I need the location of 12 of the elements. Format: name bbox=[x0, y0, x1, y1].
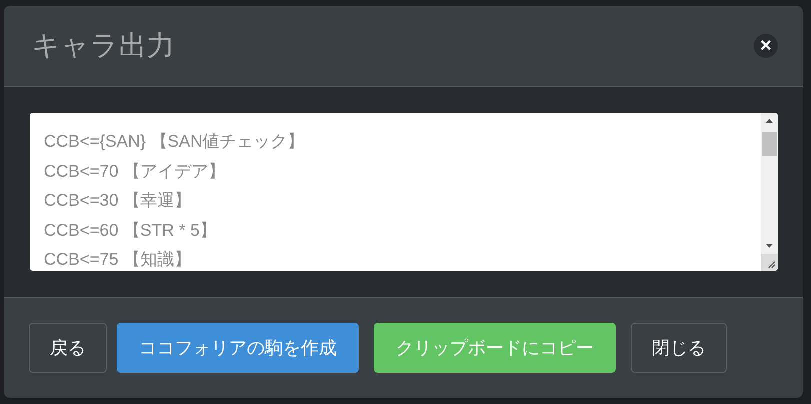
close-button[interactable]: × bbox=[754, 34, 778, 58]
dialog-button[interactable]: 閉じる bbox=[631, 323, 727, 373]
output-line: CCB<={SAN} 【SAN値チェック】 bbox=[44, 131, 306, 153]
scroll-thumb[interactable] bbox=[762, 132, 777, 156]
output-line: CCB<=60 【STR * 5】 bbox=[44, 220, 218, 242]
resize-grip-icon[interactable] bbox=[761, 254, 778, 271]
scrollbar[interactable] bbox=[761, 113, 778, 271]
dialog-title: キャラ出力 bbox=[32, 29, 175, 63]
output-line: CCB<=30 【幸運】 bbox=[44, 190, 192, 212]
dialog-button[interactable]: 戻る bbox=[29, 323, 107, 373]
output-line: CCB<=75 【知識】 bbox=[44, 249, 192, 271]
output-line: CCB<=70 【アイデア】 bbox=[44, 160, 226, 182]
